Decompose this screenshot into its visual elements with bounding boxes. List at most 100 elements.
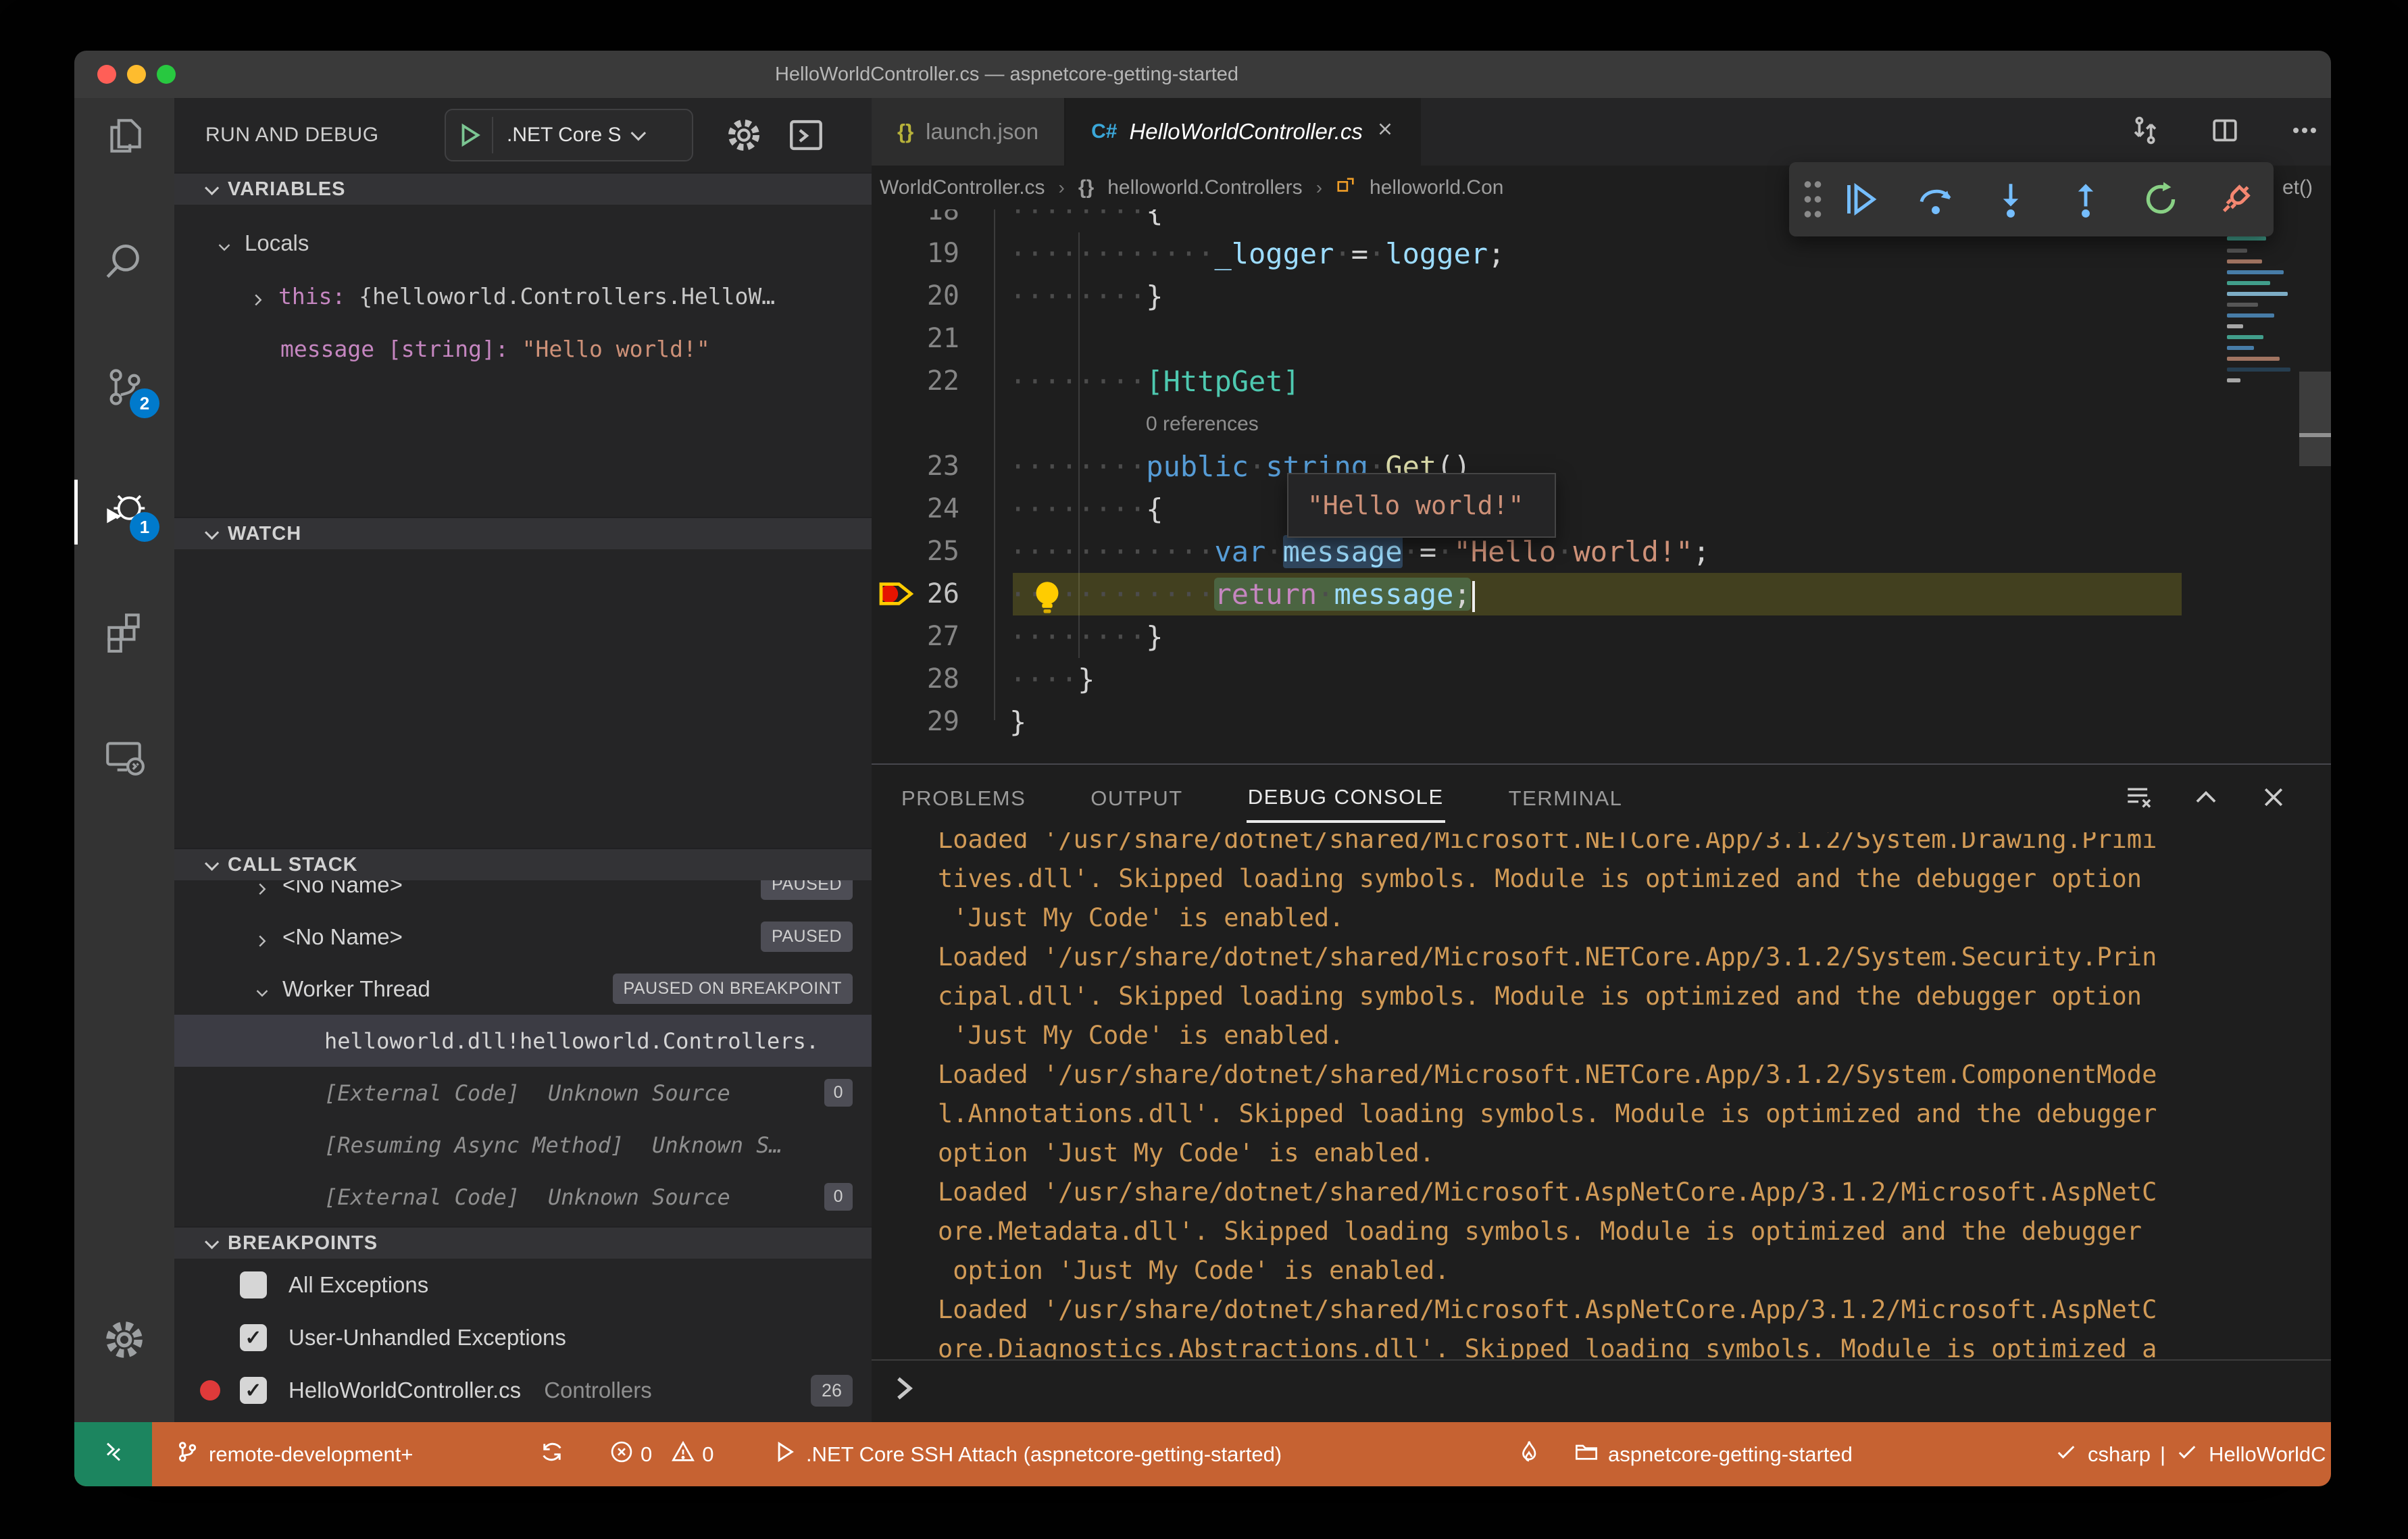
launch-config-select[interactable]: .NET Core S: [445, 109, 693, 161]
debug-console-input[interactable]: [872, 1359, 2331, 1423]
panel-tab-output[interactable]: OUTPUT: [1089, 776, 1184, 822]
call-stack-thread-row[interactable]: <No Name> PAUSED: [174, 911, 872, 963]
active-debug-session[interactable]: .NET Core SSH Attach (aspnetcore-getting…: [772, 1422, 1282, 1486]
checkbox[interactable]: ✓: [240, 1324, 267, 1351]
section-header-variables[interactable]: VARIABLES: [174, 172, 872, 205]
sidebar-item-explorer[interactable]: [74, 89, 174, 188]
tab-launch-json[interactable]: {} launch.json: [872, 98, 1066, 166]
breadcrumb-namespace[interactable]: helloworld.Controllers: [1107, 176, 1302, 199]
variables-scope-row[interactable]: Locals: [174, 217, 872, 270]
step-over-button[interactable]: [1898, 162, 1973, 236]
line-number[interactable]: 20: [872, 275, 959, 318]
line-number[interactable]: 21: [872, 318, 959, 360]
call-stack-frame-row[interactable]: [External Code] Unknown Source 0: [174, 1171, 872, 1223]
minimap[interactable]: [2223, 209, 2297, 763]
line-number[interactable]: [872, 403, 959, 445]
csharp-file-icon: C#: [1091, 120, 1118, 143]
sidebar-item-remote-explorer[interactable]: [74, 707, 174, 807]
remote-indicator[interactable]: [74, 1422, 152, 1486]
step-into-button[interactable]: [1973, 162, 2048, 236]
problems-status[interactable]: 0 0: [609, 1422, 714, 1486]
close-window-button[interactable]: [97, 65, 116, 84]
breadcrumb-file[interactable]: WorldController.cs: [880, 176, 1045, 199]
call-stack-frame-row[interactable]: [Resuming Async Method] Unknown S…: [174, 1119, 872, 1171]
panel-tab-terminal[interactable]: TERMINAL: [1507, 776, 1624, 822]
section-header-call-stack[interactable]: CALL STACK: [174, 848, 872, 880]
code-line[interactable]: 28 ····}: [872, 658, 2331, 701]
debug-configure-gear-icon[interactable]: [724, 116, 763, 155]
code-line[interactable]: 0 references: [872, 403, 2331, 445]
toolbar-drag-handle-icon[interactable]: [1803, 177, 1823, 222]
breakpoint-row[interactable]: All Exceptions: [174, 1259, 872, 1311]
line-number[interactable]: 29: [872, 701, 959, 743]
lightbulb-icon[interactable]: [1032, 580, 1062, 613]
panel-tab-debug-console[interactable]: DEBUG CONSOLE: [1246, 774, 1445, 823]
close-panel-icon[interactable]: [2259, 783, 2288, 815]
variable-row[interactable]: message [string]: "Hello world!": [174, 322, 872, 375]
checkbox[interactable]: [240, 1271, 267, 1298]
code-line[interactable]: 25 ············var·message·=·"Hello·world…: [872, 530, 2331, 573]
restart-button[interactable]: [2124, 162, 2199, 236]
minimize-window-button[interactable]: [127, 65, 146, 84]
line-number[interactable]: 23: [872, 445, 959, 488]
section-header-breakpoints[interactable]: BREAKPOINTS: [174, 1226, 872, 1259]
breadcrumb-method-clipped[interactable]: et(): [2282, 166, 2313, 209]
vscode-window: HelloWorldController.cs — aspnetcore-get…: [74, 51, 2331, 1486]
line-number[interactable]: 24: [872, 488, 959, 530]
breakpoint-row[interactable]: ✓ User-Unhandled Exceptions: [174, 1311, 872, 1364]
line-number[interactable]: 19: [872, 232, 959, 275]
line-number[interactable]: 25: [872, 530, 959, 573]
tab-helloworldcontroller-cs[interactable]: C# HelloWorldController.cs: [1065, 98, 1421, 166]
close-tab-icon[interactable]: [1375, 119, 1395, 145]
chevron-separator: ›: [1315, 176, 1323, 198]
sidebar-item-search[interactable]: [74, 213, 174, 313]
start-debugging-icon[interactable]: [457, 122, 482, 148]
line-number[interactable]: 18: [872, 209, 959, 232]
line-number[interactable]: 22: [872, 360, 959, 403]
code-line[interactable]: 26 ············return·message;: [872, 573, 2331, 615]
call-stack-thread-row[interactable]: Worker Thread PAUSED ON BREAKPOINT: [174, 963, 872, 1015]
code-line[interactable]: 24 ········{: [872, 488, 2331, 530]
clear-console-icon[interactable]: [2124, 783, 2153, 815]
more-actions-icon[interactable]: [2289, 115, 2320, 149]
workspace-folder-status[interactable]: aspnetcore-getting-started: [1574, 1422, 1853, 1486]
split-editor-icon[interactable]: [2209, 115, 2240, 149]
code-line[interactable]: 22 ········[HttpGet]: [872, 360, 2331, 403]
code-line[interactable]: 27 ········}: [872, 615, 2331, 658]
scrollbar-thumb[interactable]: [2299, 372, 2331, 466]
sidebar-item-source-control[interactable]: 2: [74, 338, 174, 438]
code-line[interactable]: 20 ········}: [872, 275, 2331, 318]
open-debug-console-icon[interactable]: [786, 116, 826, 155]
code-line[interactable]: 23 ········public·string·Get(): [872, 445, 2331, 488]
git-branch-status[interactable]: remote-development+: [175, 1422, 413, 1486]
settings-gear-button[interactable]: [74, 1291, 174, 1391]
breadcrumb-class[interactable]: helloworld.Con: [1370, 176, 1503, 199]
language-status[interactable]: csharp | HelloWorldC: [2054, 1422, 2326, 1486]
code-line[interactable]: 19 ············_logger·=·logger;: [872, 232, 2331, 275]
code-editor[interactable]: 18 ········{19 ············_logger·=·logge…: [872, 209, 2331, 763]
checkbox[interactable]: ✓: [240, 1377, 267, 1404]
zoom-window-button[interactable]: [157, 65, 176, 84]
variable-row[interactable]: this: {helloworld.Controllers.HelloW…: [174, 270, 872, 322]
sidebar-item-run-and-debug[interactable]: 1: [74, 462, 174, 562]
code-line[interactable]: 29}: [872, 701, 2331, 743]
sidebar-item-extensions[interactable]: [74, 582, 174, 682]
call-stack-thread-row[interactable]: <No Name> PAUSED: [174, 880, 872, 911]
breakpoint-row[interactable]: ✓ HelloWorldController.cs Controllers 26: [174, 1364, 872, 1417]
sync-status[interactable]: [540, 1422, 564, 1486]
panel-tab-problems[interactable]: PROBLEMS: [900, 776, 1027, 822]
code-line[interactable]: 21: [872, 318, 2331, 360]
breakpoint-current-line-icon[interactable]: [877, 578, 918, 610]
open-changes-icon[interactable]: [2130, 115, 2161, 149]
call-stack-frame-row[interactable]: helloworld.dll!helloworld.Controllers.: [174, 1015, 872, 1067]
line-number[interactable]: 28: [872, 658, 959, 701]
call-stack-frame-row[interactable]: [External Code] Unknown Source 0: [174, 1067, 872, 1119]
step-out-button[interactable]: [2049, 162, 2124, 236]
section-header-watch[interactable]: WATCH: [174, 517, 872, 549]
line-number[interactable]: 27: [872, 615, 959, 658]
maximize-panel-icon[interactable]: [2192, 783, 2220, 815]
disconnect-button[interactable]: [2199, 162, 2274, 236]
editor-scrollbar[interactable]: [2299, 209, 2331, 763]
live-share-flame[interactable]: [1517, 1422, 1541, 1486]
continue-button[interactable]: [1823, 162, 1898, 236]
